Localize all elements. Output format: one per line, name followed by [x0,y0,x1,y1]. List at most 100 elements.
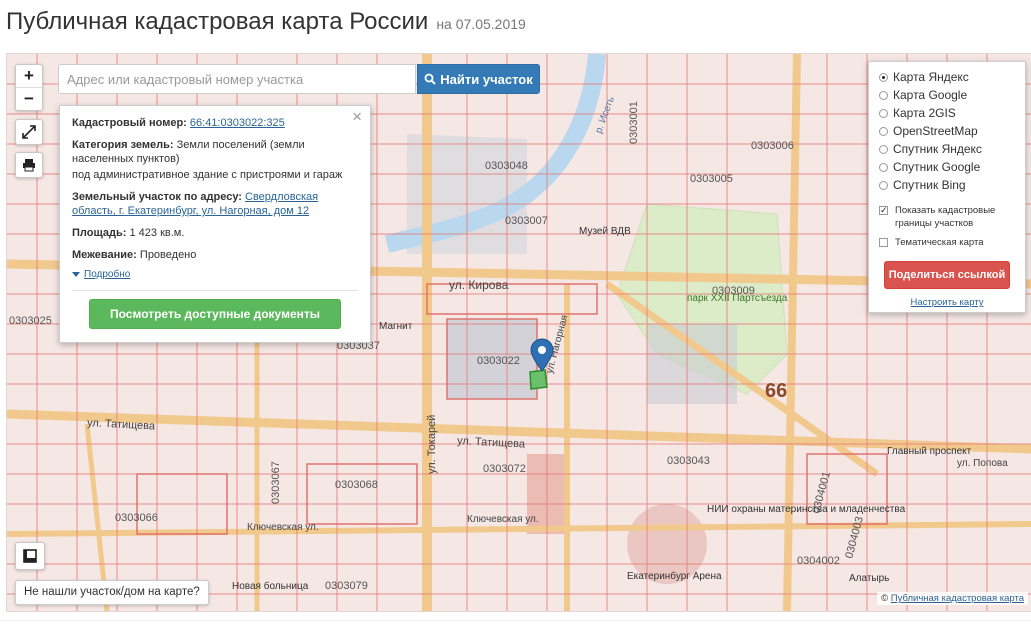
place-label: Алатырь [849,573,889,584]
street-label: ул. Кирова [449,278,509,292]
caret-down-icon [72,271,80,277]
land-category-row: Категория земель: Земли поселений (земли… [72,138,358,166]
cadastral-map[interactable]: ул. Кирова ул. Татищева ул. Татищева ул.… [6,53,1031,612]
details-link[interactable]: Подробно [84,269,130,280]
legend-icon [23,549,37,563]
view-documents-button[interactable]: Посмотреть доступные документы [89,299,341,329]
survey-value: Проведено [139,249,197,261]
quarter-label: 0303048 [485,160,528,172]
layer-option-label: Спутник Яндекс [893,142,982,156]
search-input[interactable] [58,64,416,94]
permitted-use: под административное здание с пристроями… [72,169,343,181]
street-label: Ключевская ул. [247,522,319,533]
search-icon [424,73,436,85]
page-header: Публичная кадастровая карта России на 07… [6,8,526,40]
place-label: НИИ охраны материнства и младенчества [707,504,906,515]
map-pin-icon [530,338,554,372]
page-title: Публичная кадастровая карта России [6,8,429,35]
street-label: Ключевская ул. [467,514,539,525]
zoom-out-button[interactable]: − [16,87,42,110]
layer-option-yandex-map[interactable]: Карта Яндекс [879,68,1015,86]
attribution-link[interactable]: Публичная кадастровая карта [891,593,1024,604]
quarter-label: 0303022 [477,355,520,367]
area-value: 1 423 кв.м. [129,227,185,239]
thematic-map-label: Тематическая карта [895,237,984,248]
place-label: парк XXII Партсъезда [687,293,788,304]
map-attribution: © Публичная кадастровая карта [877,592,1028,605]
radio-icon[interactable] [879,126,888,136]
quarter-label: 0303006 [751,140,794,152]
street-label: ул. Попова [957,458,1008,469]
layer-option-openstreetmap[interactable]: OpenStreetMap [879,122,1015,140]
zoom-in-button[interactable]: + [16,65,42,87]
radio-icon[interactable] [879,162,888,172]
quarter-label: 0303001 [628,101,640,144]
show-borders-option[interactable]: Показать кадастровые границы участков [879,204,1015,230]
quarter-label: 0303007 [505,215,548,227]
radio-icon[interactable] [879,108,888,118]
printer-icon [23,159,35,172]
area-row: Площадь: 1 423 кв.м. [72,226,358,240]
print-button[interactable] [15,152,43,178]
cadastral-number-row: Кадастровый номер: 66:41:0303022:325 [72,116,358,130]
copyright-symbol: © [881,593,889,604]
layer-option-label: Карта Google [893,88,968,102]
cadastral-number-label: Кадастровый номер: [72,117,187,129]
quarter-label: 0303067 [270,461,282,504]
not-found-button[interactable]: Не нашли участок/дом на карте? [15,580,209,605]
show-borders-checkbox[interactable] [879,204,888,217]
place-label: 66 [765,380,787,402]
address-label: Земельный участок по адресу: [72,191,242,203]
close-icon[interactable]: × [352,108,362,125]
quarter-label: 0303025 [9,315,52,327]
street-label: ул. Токарей [426,415,438,474]
configure-map-link[interactable]: Настроить карту [879,297,1015,308]
cadastral-number-link[interactable]: 66:41:0303022:325 [190,117,285,129]
show-borders-label: Показать кадастровые границы участков [895,205,996,229]
map-layers-panel: Карта Яндекс Карта Google Карта 2GIS Ope… [868,61,1026,313]
quarter-label: 0303068 [335,479,378,491]
divider [72,290,358,291]
layer-option-google-satellite[interactable]: Спутник Google [879,158,1015,176]
radio-icon[interactable] [879,90,888,100]
land-category-label: Категория земель: [72,139,174,151]
page-date: на 07.05.2019 [436,16,526,32]
quarter-label: 0303072 [483,463,526,475]
parcel-info-panel: × Кадастровый номер: 66:41:0303022:325 К… [59,105,371,343]
details-toggle[interactable]: Подробно [72,268,358,282]
place-label: Главный проспект [887,446,972,457]
layer-option-label: Карта 2GIS [893,106,956,120]
radio-icon[interactable] [879,72,888,82]
share-link-button[interactable]: Поделиться ссылкой [884,261,1010,289]
survey-label: Межевание: [72,249,137,261]
selected-parcel-marker[interactable] [530,338,554,377]
legend-button[interactable] [15,542,45,570]
radio-icon[interactable] [879,144,888,154]
fullscreen-button[interactable] [15,119,43,145]
radio-icon[interactable] [879,180,888,190]
layer-option-label: OpenStreetMap [893,124,978,138]
quarter-label: 0303005 [690,173,733,185]
layer-option-bing-satellite[interactable]: Спутник Bing [879,176,1015,194]
place-label: Музей ВДВ [579,226,631,237]
thematic-map-option[interactable]: Тематическая карта [879,236,1015,249]
place-label: Магнит [379,321,413,332]
quarter-label: 0303066 [115,512,158,524]
search-button[interactable]: Найти участок [417,64,540,94]
layer-option-2gis-map[interactable]: Карта 2GIS [879,104,1015,122]
layer-option-label: Спутник Bing [893,178,966,192]
quarter-label: 0304002 [797,555,840,567]
layer-option-yandex-satellite[interactable]: Спутник Яндекс [879,140,1015,158]
quarter-label: 0303079 [325,580,368,592]
quarter-label: 0303043 [667,455,710,467]
fullscreen-icon [22,125,36,139]
address-row: Земельный участок по адресу: Свердловска… [72,190,358,218]
search-button-label: Найти участок [440,71,533,87]
area-label: Площадь: [72,227,127,239]
zoom-controls: + − [15,64,43,111]
survey-row: Межевание: Проведено [72,248,358,262]
layer-option-google-map[interactable]: Карта Google [879,86,1015,104]
place-label: Новая больница [232,580,309,592]
thematic-map-checkbox[interactable] [879,238,888,247]
layer-option-label: Спутник Google [893,160,981,174]
